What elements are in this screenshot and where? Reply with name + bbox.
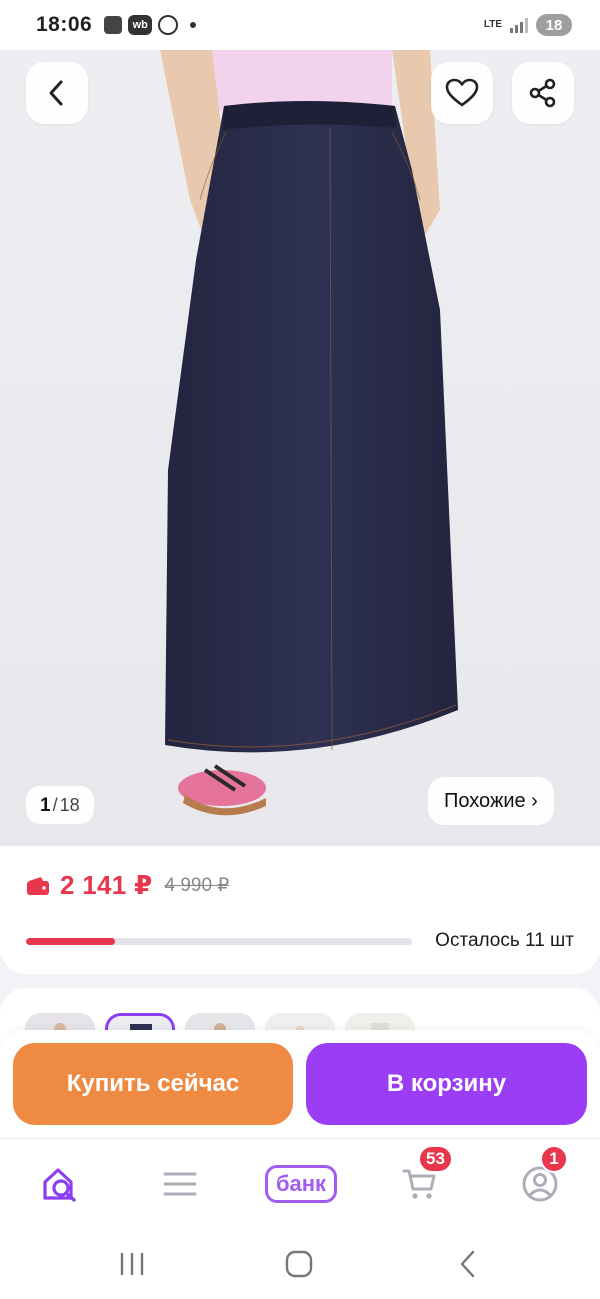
home-search-icon [43,1168,76,1202]
profile-badge: 1 [540,1145,568,1173]
system-navigation-bar [0,1228,600,1299]
similar-products-label: Похожие › [444,789,538,812]
recent-apps-icon [120,1253,144,1275]
stock-row: Осталось 11 шт [26,930,574,952]
product-screen: 18:06 wb LTE 18 1 / 18 Похожие › 2 141 ₽… [0,0,600,1299]
recent-apps-button[interactable] [112,1246,152,1282]
notification-icons: wb [104,15,197,35]
home-icon [285,1250,313,1278]
box-icon [104,16,123,34]
signal-icon [510,17,528,33]
buy-now-button[interactable]: Купить сейчас [13,1043,293,1125]
price-row: 2 141 ₽ 4 990 ₽ [26,870,229,901]
add-to-cart-button[interactable]: В корзину [306,1043,587,1125]
similar-products-button[interactable]: Похожие › [428,777,554,825]
purchase-action-bar: Купить сейчас В корзину [0,1030,600,1138]
status-time: 18:06 [36,13,93,36]
buy-now-label: Купить сейчас [66,1070,240,1097]
price-current: 2 141 ₽ [60,870,153,900]
favorite-button[interactable] [431,62,493,124]
wb-icon: wb [128,15,153,35]
menu-icon [163,1172,197,1196]
heart-icon [445,78,479,107]
cart-badge: 53 [418,1145,453,1173]
add-to-cart-label: В корзину [386,1070,507,1097]
bottom-navigation: банк 53 1 [0,1138,600,1228]
product-image-gallery[interactable]: 1 / 18 Похожие › [0,50,600,850]
image-counter-separator: / [52,795,58,815]
battery-indicator: 18 [536,14,572,36]
home-button[interactable] [279,1246,319,1282]
back-icon [49,80,63,106]
price-card: 2 141 ₽ 4 990 ₽ Осталось 11 шт [0,846,600,974]
back-button[interactable] [26,62,88,124]
image-counter: 1 / 18 [26,786,94,824]
image-counter-total: 18 [59,795,80,815]
product-photo [160,50,458,816]
dot-icon [190,22,197,28]
wallet-icon [27,876,49,895]
status-right: LTE 18 [484,14,572,36]
whatsapp-icon [158,15,179,35]
image-counter-current: 1 [40,795,51,816]
share-button[interactable] [512,62,574,124]
status-bar: 18:06 wb LTE 18 [0,0,600,50]
price-old: 4 990 ₽ [164,875,230,896]
share-icon [529,78,556,108]
back-icon [460,1250,475,1278]
system-back-button[interactable] [448,1246,488,1282]
nav-home[interactable] [30,1159,90,1209]
network-type: LTE [483,19,502,30]
stock-progress-fill [26,937,115,945]
nav-bank[interactable]: банк [260,1159,342,1209]
stock-remaining-label: Осталось 11 шт [435,930,574,951]
stock-progress-track [26,937,412,945]
nav-catalog[interactable] [150,1159,210,1209]
bank-label: банк [264,1165,338,1203]
